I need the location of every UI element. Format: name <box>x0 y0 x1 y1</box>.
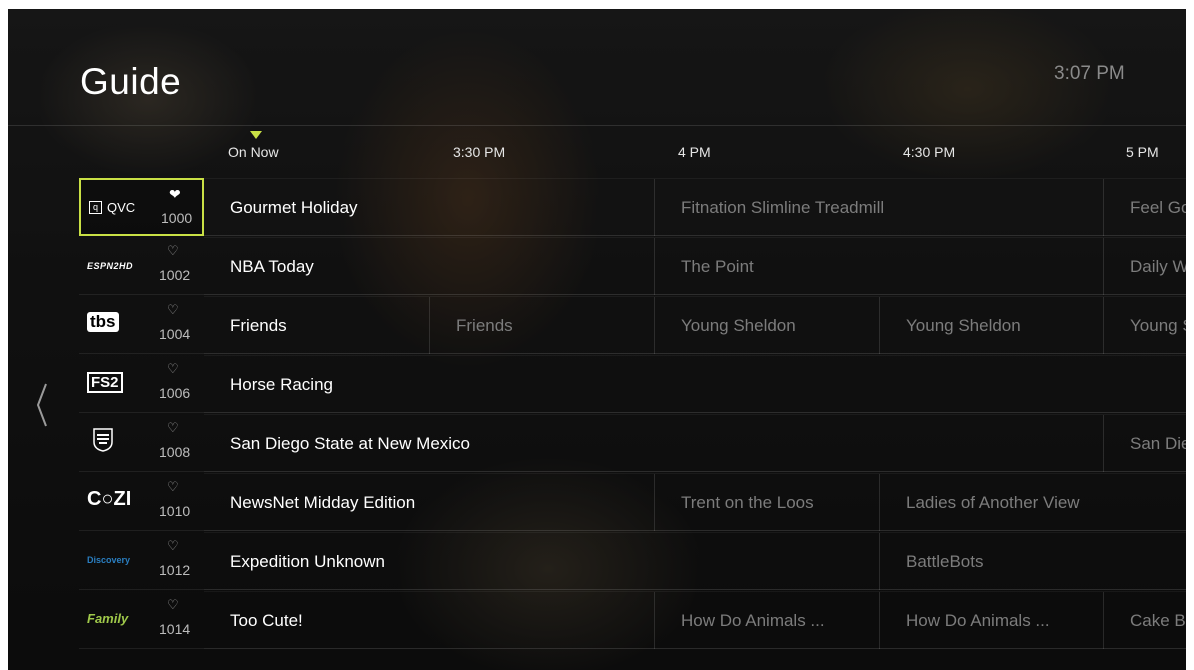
program-title: Daily W <box>1130 257 1186 276</box>
program-title: Too Cute! <box>230 611 303 630</box>
program-title: Fitnation Slimline Treadmill <box>681 198 885 217</box>
program-title: San Diego State at New Mexico <box>230 434 471 453</box>
heart-outline-icon[interactable]: ♡ <box>167 361 179 377</box>
channel-number: 1012 <box>159 562 191 578</box>
heart-outline-icon[interactable]: ♡ <box>167 420 179 436</box>
program-title: The Point <box>681 257 754 276</box>
program-cell[interactable]: Trent on the Loos <box>654 474 879 531</box>
channel-number: 1010 <box>159 503 191 519</box>
program-title: Young Sheldon <box>906 316 1021 335</box>
program-cell[interactable]: Young Sheldon <box>879 297 1103 354</box>
program-title: How Do Animals ... <box>906 611 1050 630</box>
time-label-5: 5 PM <box>1126 144 1159 160</box>
channel-discovery-family[interactable]: Family ♡ 1014 <box>79 591 204 649</box>
program-cell[interactable]: NewsNet Midday Edition <box>204 474 654 531</box>
program-cell[interactable]: Expedition Unknown <box>204 533 879 590</box>
qvc-logo: q QVC <box>89 200 135 215</box>
program-title: How Do Animals ... <box>681 611 825 630</box>
program-title: Young Sheldon <box>681 316 796 335</box>
espn2hd-logo: ESPN2HD <box>87 261 134 271</box>
page-title: Guide <box>80 61 182 102</box>
program-cell[interactable]: The Point <box>654 238 1103 295</box>
program-row: NewsNet Midday Edition Trent on the Loos… <box>204 473 1186 531</box>
guide-screen: Guide 3:07 PM On Now 3:30 PM 4 PM 4:30 P… <box>8 9 1186 670</box>
channel-cozi[interactable]: C○ZI ♡ 1010 <box>79 473 204 531</box>
channel-tbs[interactable]: tbs ♡ 1004 <box>79 296 204 354</box>
heart-outline-icon[interactable]: ♡ <box>167 243 179 259</box>
program-cell[interactable]: Young S <box>1103 297 1186 354</box>
tbs-logo: tbs <box>87 312 119 332</box>
program-cell[interactable]: NBA Today <box>204 238 654 295</box>
program-cell[interactable]: Fitnation Slimline Treadmill <box>654 179 1103 236</box>
discovery-family-logo: Family <box>87 611 129 626</box>
program-cell[interactable]: Daily W <box>1103 238 1186 295</box>
program-title: Friends <box>456 316 513 335</box>
program-cell[interactable]: Ladies of Another View <box>879 474 1186 531</box>
program-cell[interactable]: Friends <box>204 297 429 354</box>
program-title: Young S <box>1130 316 1186 335</box>
program-cell[interactable]: Feel Go <box>1103 179 1186 236</box>
clock: 3:07 PM <box>1054 63 1125 84</box>
program-title: Gourmet Holiday <box>230 198 358 217</box>
program-title: BattleBots <box>906 552 984 571</box>
channel-number: 1014 <box>159 621 191 637</box>
program-row: Gourmet Holiday Fitnation Slimline Tread… <box>204 178 1186 236</box>
program-title: Cake Bo <box>1130 611 1186 630</box>
program-row: Expedition Unknown BattleBots <box>204 532 1186 590</box>
time-label-4: 4 PM <box>678 144 711 160</box>
heart-outline-icon[interactable]: ♡ <box>167 538 179 554</box>
fs2-logo: FS2 <box>87 372 123 393</box>
program-row: Horse Racing <box>204 355 1186 413</box>
program-cell[interactable]: San Die <box>1103 415 1186 472</box>
time-label-430: 4:30 PM <box>903 144 956 160</box>
channel-stadium[interactable]: ♡ 1008 <box>79 414 204 472</box>
program-title: San Die <box>1130 434 1186 453</box>
program-title: Friends <box>230 316 287 335</box>
channel-number: 1002 <box>159 267 191 283</box>
program-title: Ladies of Another View <box>906 493 1080 512</box>
channel-fs2[interactable]: FS2 ♡ 1006 <box>79 355 204 413</box>
program-cell[interactable]: Gourmet Holiday <box>204 179 654 236</box>
program-cell[interactable]: Too Cute! <box>204 592 654 649</box>
channel-number: 1000 <box>161 210 193 226</box>
now-indicator-icon <box>250 131 262 139</box>
program-cell[interactable]: How Do Animals ... <box>654 592 879 649</box>
program-title: Horse Racing <box>230 375 333 394</box>
heart-outline-icon[interactable]: ♡ <box>167 302 179 318</box>
channel-qvc[interactable]: q QVC ❤ 1000 <box>79 178 204 236</box>
program-title: Expedition Unknown <box>230 552 385 571</box>
time-label-330: 3:30 PM <box>453 144 506 160</box>
program-title: Trent on the Loos <box>681 493 814 512</box>
stadium-college-sports-logo <box>93 428 113 452</box>
channel-number: 1004 <box>159 326 191 342</box>
discovery-logo: Discovery <box>87 555 131 565</box>
program-row: Too Cute! How Do Animals ... How Do Anim… <box>204 591 1186 649</box>
program-row: NBA Today The Point Daily W <box>204 237 1186 295</box>
program-title: Feel Go <box>1130 198 1186 217</box>
program-title: NBA Today <box>230 257 314 276</box>
program-row: San Diego State at New Mexico San Die <box>204 414 1186 472</box>
chevron-left-icon[interactable] <box>34 382 50 428</box>
heart-outline-icon[interactable]: ♡ <box>167 597 179 613</box>
program-cell[interactable]: Young Sheldon <box>654 297 879 354</box>
program-cell[interactable]: BattleBots <box>879 533 1186 590</box>
program-title: NewsNet Midday Edition <box>230 493 416 512</box>
heart-outline-icon[interactable]: ♡ <box>167 479 179 495</box>
program-cell[interactable]: Cake Bo <box>1103 592 1186 649</box>
cozi-tv-logo: C○ZI <box>87 488 132 510</box>
program-cell[interactable]: Horse Racing <box>204 356 1186 413</box>
channel-number: 1008 <box>159 444 191 460</box>
program-cell[interactable]: Friends <box>429 297 654 354</box>
program-row: Friends Friends Young Sheldon Young Shel… <box>204 296 1186 354</box>
channel-discovery[interactable]: Discovery ♡ 1012 <box>79 532 204 590</box>
heart-filled-icon[interactable]: ❤ <box>169 186 181 203</box>
program-cell[interactable]: San Diego State at New Mexico <box>204 415 1103 472</box>
program-cell[interactable]: How Do Animals ... <box>879 592 1103 649</box>
channel-espn2hd[interactable]: ESPN2HD ♡ 1002 <box>79 237 204 295</box>
header-divider <box>8 125 1186 126</box>
channel-number: 1006 <box>159 385 191 401</box>
time-label-on-now: On Now <box>228 144 279 160</box>
